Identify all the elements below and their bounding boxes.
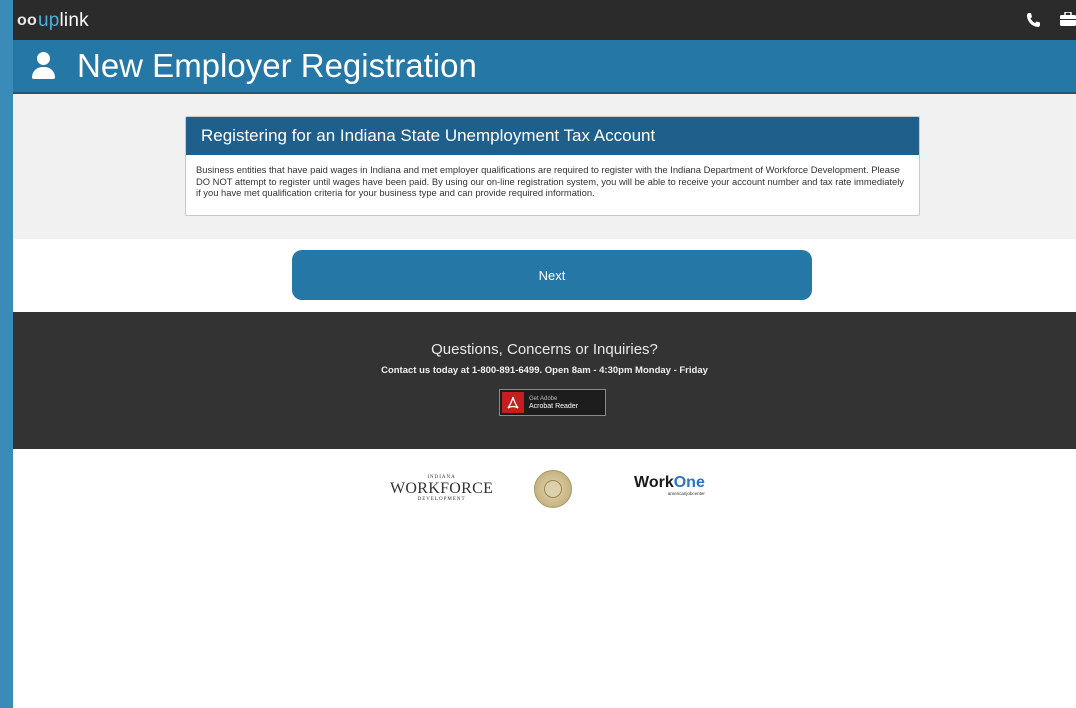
acrobat-text: Get Adobe Acrobat Reader [529, 395, 578, 411]
workone-sub: americanjobcenter [667, 491, 705, 496]
info-card-header: Registering for an Indiana State Unemplo… [186, 117, 919, 155]
action-area: Next [13, 239, 1076, 312]
acrobat-reader-link[interactable]: Get Adobe Acrobat Reader [499, 389, 606, 416]
page-title: New Employer Registration [77, 47, 477, 84]
info-section: Registering for an Indiana State Unemplo… [13, 94, 1076, 239]
footer-question: Questions, Concerns or Inquiries? [431, 341, 658, 358]
page-frame: oo up link New Employer Registration Reg… [13, 0, 1076, 708]
acrobat-line1: Get Adobe [529, 395, 558, 402]
next-button[interactable]: Next [292, 250, 812, 300]
briefcase-icon[interactable] [1060, 11, 1076, 31]
acrobat-line2: Acrobat Reader [529, 402, 579, 410]
partner-logos: INDIANA WORKFORCE DEVELOPMENT WorkOne am… [13, 449, 1076, 529]
workforce-main: WORKFORCE [390, 480, 494, 497]
logo-mark: oo [17, 12, 37, 29]
top-bar: oo up link [13, 0, 1076, 40]
info-card-title: Registering for an Indiana State Unemplo… [201, 126, 656, 145]
info-card-body: Business entities that have paid wages i… [196, 164, 904, 198]
workforce-logo[interactable]: INDIANA WORKFORCE DEVELOPMENT [390, 475, 493, 503]
title-bar: New Employer Registration [13, 40, 1076, 94]
logo-link: link [59, 10, 89, 31]
phone-icon[interactable] [1026, 12, 1040, 31]
workone-one: One [673, 474, 705, 491]
info-card: Registering for an Indiana State Unemplo… [185, 116, 920, 216]
workone-work: Work [634, 474, 674, 491]
footer-contact: Contact us today at 1-800-891-6499. Open… [381, 365, 708, 376]
footer: Questions, Concerns or Inquiries? Contac… [13, 312, 1076, 449]
workone-logo[interactable]: WorkOne americanjobcenter [634, 474, 705, 496]
top-icons [1026, 11, 1076, 31]
uplink-logo[interactable]: oo up link [17, 10, 89, 32]
user-icon [29, 50, 59, 82]
acrobat-icon [502, 392, 524, 413]
logo-up: up [37, 10, 60, 31]
state-seal-icon[interactable] [534, 470, 572, 508]
workforce-bottom: DEVELOPMENT [417, 497, 466, 502]
